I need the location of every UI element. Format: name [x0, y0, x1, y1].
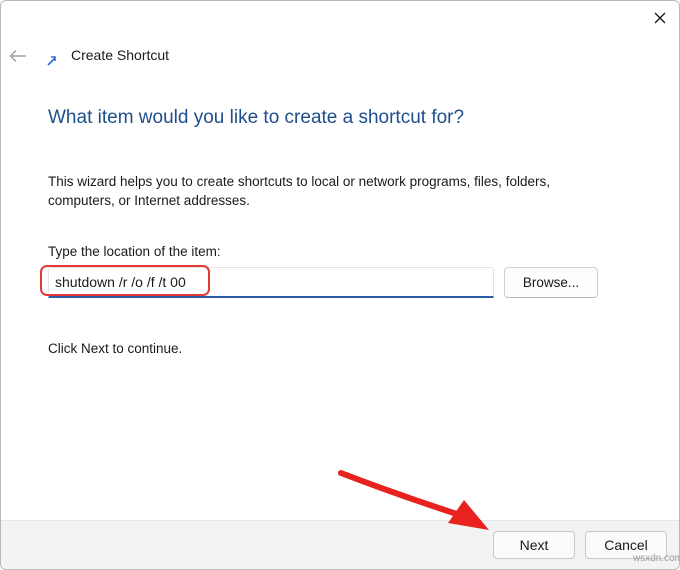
dialog-footer [1, 520, 679, 569]
watermark: wsxdn.com [633, 553, 680, 564]
close-button[interactable] [642, 1, 678, 35]
back-arrow-icon [9, 50, 26, 62]
wizard-description: This wizard helps you to create shortcut… [48, 174, 550, 208]
shortcut-icon [45, 53, 59, 67]
next-button[interactable]: Next [493, 531, 575, 559]
create-shortcut-dialog: Create Shortcut What item would you like… [0, 0, 680, 570]
location-field-label: Type the location of the item: [48, 244, 221, 259]
browse-button[interactable]: Browse... [504, 267, 598, 298]
close-icon [654, 12, 666, 24]
location-input[interactable] [48, 267, 494, 298]
window-title: Create Shortcut [71, 47, 170, 63]
wizard-heading: What item would you like to create a sho… [48, 107, 465, 128]
continue-hint: Click Next to continue. [48, 341, 183, 356]
back-button[interactable] [7, 45, 29, 67]
